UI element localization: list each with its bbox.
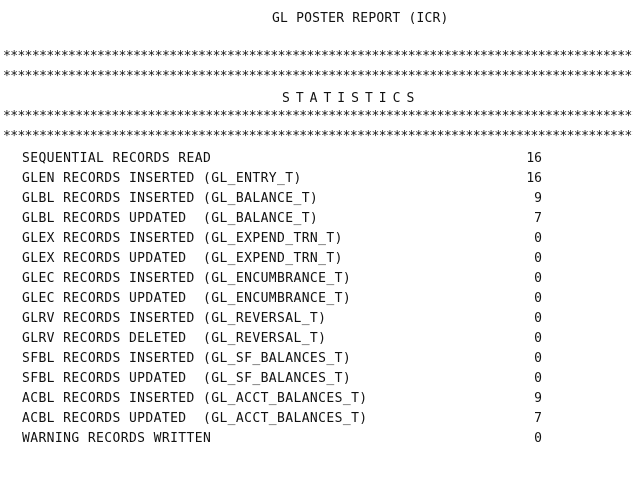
stat-label: WARNING RECORDS WRITTEN bbox=[22, 431, 212, 446]
statistics-heading: STATISTICS bbox=[282, 91, 421, 106]
separator-line: ****************************************… bbox=[3, 50, 633, 64]
stat-row: GLEX RECORDS INSERTED (GL_EXPEND_TRN_T) 0 bbox=[22, 232, 622, 252]
stat-label: SFBL RECORDS INSERTED (GL_SF_BALANCES_T) bbox=[22, 351, 352, 366]
stat-label: ACBL RECORDS INSERTED (GL_ACCT_BALANCES_… bbox=[22, 391, 368, 406]
stat-value: 0 bbox=[534, 431, 542, 446]
stat-value: 0 bbox=[534, 331, 542, 346]
separator-line: ****************************************… bbox=[3, 130, 633, 144]
stat-label: GLEN RECORDS INSERTED (GL_ENTRY_T) bbox=[22, 171, 302, 186]
stat-value: 9 bbox=[534, 191, 542, 206]
stat-label: GLRV RECORDS DELETED (GL_REVERSAL_T) bbox=[22, 331, 327, 346]
separator-line: ****************************************… bbox=[3, 70, 633, 84]
stat-value: 16 bbox=[526, 151, 542, 166]
stat-value: 0 bbox=[534, 311, 542, 326]
stat-label: GLEC RECORDS UPDATED (GL_ENCUMBRANCE_T) bbox=[22, 291, 352, 306]
stat-row: GLEX RECORDS UPDATED (GL_EXPEND_TRN_T) 0 bbox=[22, 252, 622, 272]
stat-label: GLEX RECORDS INSERTED (GL_EXPEND_TRN_T) bbox=[22, 231, 343, 246]
report-title: GL POSTER REPORT (ICR) bbox=[272, 11, 449, 26]
stat-label: GLEC RECORDS INSERTED (GL_ENCUMBRANCE_T) bbox=[22, 271, 352, 286]
stat-value: 7 bbox=[534, 411, 542, 426]
report-page: GL POSTER REPORT (ICR) *****************… bbox=[0, 0, 634, 480]
statistics-table: SEQUENTIAL RECORDS READ 16 GLEN RECORDS I… bbox=[22, 152, 622, 452]
stat-row: GLBL RECORDS INSERTED (GL_BALANCE_T) 9 bbox=[22, 192, 622, 212]
stat-label: GLRV RECORDS INSERTED (GL_REVERSAL_T) bbox=[22, 311, 327, 326]
stat-row: SEQUENTIAL RECORDS READ 16 bbox=[22, 152, 622, 172]
stat-row: ACBL RECORDS UPDATED (GL_ACCT_BALANCES_T… bbox=[22, 412, 622, 432]
stat-row: GLEC RECORDS INSERTED (GL_ENCUMBRANCE_T)… bbox=[22, 272, 622, 292]
stat-value: 0 bbox=[534, 251, 542, 266]
stat-value: 9 bbox=[534, 391, 542, 406]
stat-row: ACBL RECORDS INSERTED (GL_ACCT_BALANCES_… bbox=[22, 392, 622, 412]
stat-value: 0 bbox=[534, 291, 542, 306]
stat-row: SFBL RECORDS INSERTED (GL_SF_BALANCES_T)… bbox=[22, 352, 622, 372]
stat-label: SFBL RECORDS UPDATED (GL_SF_BALANCES_T) bbox=[22, 371, 352, 386]
stat-value: 0 bbox=[534, 271, 542, 286]
stat-value: 7 bbox=[534, 211, 542, 226]
stat-row: WARNING RECORDS WRITTEN 0 bbox=[22, 432, 622, 452]
separator-line: ****************************************… bbox=[3, 110, 633, 124]
stat-row: SFBL RECORDS UPDATED (GL_SF_BALANCES_T) 0 bbox=[22, 372, 622, 392]
stat-value: 16 bbox=[526, 171, 542, 186]
stat-label: GLEX RECORDS UPDATED (GL_EXPEND_TRN_T) bbox=[22, 251, 343, 266]
stat-value: 0 bbox=[534, 371, 542, 386]
stat-value: 0 bbox=[534, 351, 542, 366]
stat-label: GLBL RECORDS INSERTED (GL_BALANCE_T) bbox=[22, 191, 319, 206]
stat-label: ACBL RECORDS UPDATED (GL_ACCT_BALANCES_T… bbox=[22, 411, 368, 426]
stat-row: GLEC RECORDS UPDATED (GL_ENCUMBRANCE_T) 0 bbox=[22, 292, 622, 312]
stat-row: GLRV RECORDS INSERTED (GL_REVERSAL_T) 0 bbox=[22, 312, 622, 332]
stat-label: SEQUENTIAL RECORDS READ bbox=[22, 151, 212, 166]
stat-row: GLBL RECORDS UPDATED (GL_BALANCE_T) 7 bbox=[22, 212, 622, 232]
stat-label: GLBL RECORDS UPDATED (GL_BALANCE_T) bbox=[22, 211, 319, 226]
stat-value: 0 bbox=[534, 231, 542, 246]
stat-row: GLRV RECORDS DELETED (GL_REVERSAL_T) 0 bbox=[22, 332, 622, 352]
stat-row: GLEN RECORDS INSERTED (GL_ENTRY_T) 16 bbox=[22, 172, 622, 192]
